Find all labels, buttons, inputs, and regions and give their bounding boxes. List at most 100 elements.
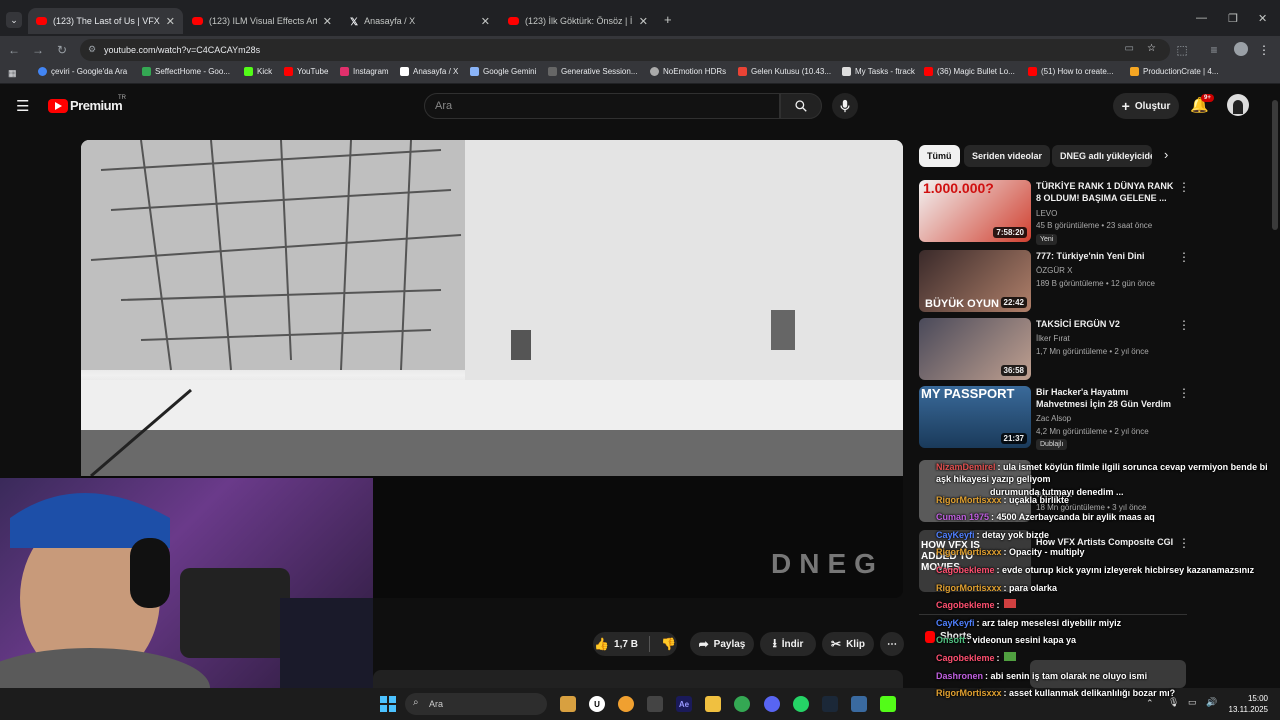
channel-name[interactable]: İlker Fırat [1036, 333, 1176, 344]
page-scrollbar[interactable] [1270, 86, 1280, 688]
file-explorer-icon[interactable] [705, 696, 721, 712]
apps-grid-icon[interactable]: ▦ [8, 68, 17, 79]
whatsapp-icon[interactable] [793, 696, 809, 712]
account-avatar[interactable] [1227, 94, 1249, 116]
app-icon[interactable] [647, 696, 663, 712]
bookmark-item[interactable]: YouTube [284, 67, 328, 76]
bookmark-label: Anasayfa / X [413, 67, 459, 76]
blender-icon[interactable] [618, 696, 634, 712]
channel-name[interactable]: Zac Alsop [1036, 413, 1176, 424]
video-frame[interactable] [81, 140, 903, 476]
bookmark-star-icon[interactable]: ☆ [1147, 43, 1156, 54]
forward-icon[interactable]: → [28, 40, 48, 60]
bookmark-item[interactable]: ProductionCrate | 4... [1130, 67, 1218, 76]
tab-ilm[interactable]: (123) ILM Visual Effects Artist B ✕ [184, 8, 340, 34]
minimize-icon[interactable]: — [1196, 12, 1207, 24]
bookmark-item[interactable]: (36) Magic Bullet Lo... [924, 67, 1015, 76]
video-thumbnail[interactable]: 36:58 [919, 318, 1031, 380]
video-title[interactable]: TAKSİCİ ERGÜN V2 [1036, 318, 1176, 330]
like-button[interactable]: 👍 1,7 B [594, 637, 638, 651]
chat-username: NizamDemirel [936, 462, 996, 472]
bookmark-item[interactable]: Google Gemini [470, 67, 536, 76]
back-icon[interactable]: ← [4, 40, 24, 60]
tab-gokturk[interactable]: (123) İlk Göktürk: Önsöz | İlk Ta ✕ [500, 8, 656, 34]
reload-icon[interactable]: ↻ [52, 40, 72, 60]
search-button[interactable] [780, 93, 822, 119]
unreal-engine-icon[interactable]: U [589, 696, 605, 712]
bookmark-item[interactable]: Gelen Kutusu (10.43... [738, 67, 831, 76]
youtube-premium-logo[interactable]: Premium [70, 98, 123, 113]
video-duration: 22:42 [1000, 297, 1027, 308]
cast-icon[interactable]: ▭ [1125, 43, 1134, 54]
discord-icon[interactable] [764, 696, 780, 712]
app-icon[interactable] [560, 696, 576, 712]
close-tab-icon[interactable]: ✕ [323, 15, 332, 28]
chrome-icon[interactable] [734, 696, 750, 712]
steam-icon[interactable] [822, 696, 838, 712]
video-menu-icon[interactable]: ⋮ [1178, 318, 1190, 332]
video-title[interactable]: TÜRKİYE RANK 1 DÜNYA RANK 8 OLDUM! BAŞIM… [1036, 180, 1176, 204]
video-duration: 21:37 [1000, 433, 1027, 444]
youtube-logo-icon[interactable] [48, 99, 68, 113]
site-info-icon[interactable]: ⚙ [88, 44, 96, 55]
profile-avatar-icon[interactable] [1234, 42, 1248, 56]
bookmark-item[interactable]: Kick [244, 67, 272, 76]
bookmark-item[interactable]: (51) How to create... [1028, 67, 1113, 76]
more-actions-button[interactable]: ⋯ [880, 632, 904, 656]
tab-x[interactable]: 𝕏 Anasayfa / X ✕ [342, 8, 498, 34]
kick-icon[interactable] [880, 696, 896, 712]
windows-start-icon[interactable] [380, 696, 396, 712]
close-tab-icon[interactable]: ✕ [639, 15, 648, 28]
maximize-icon[interactable]: ❐ [1228, 12, 1238, 25]
video-thumbnail[interactable]: 1.000.000? 7:58:20 [919, 180, 1031, 242]
video-thumbnail[interactable]: MY PASSPORT 21:37 [919, 386, 1031, 448]
new-tab-icon[interactable]: + [664, 12, 672, 27]
bookmark-item[interactable]: SeffectHome - Goo... [142, 67, 230, 76]
bookmark-item[interactable]: Generative Session... [548, 67, 637, 76]
close-window-icon[interactable]: ✕ [1258, 12, 1267, 25]
menu-kebab-icon[interactable]: ⋮ [1254, 40, 1274, 60]
video-menu-icon[interactable]: ⋮ [1178, 386, 1190, 400]
bookmark-item[interactable]: My Tasks - ftrack [842, 67, 915, 76]
close-tab-icon[interactable]: ✕ [481, 15, 490, 28]
app-icon[interactable] [851, 696, 867, 712]
clip-button[interactable]: ✂ Klip [822, 632, 874, 656]
voice-search-button[interactable] [832, 93, 858, 119]
video-thumbnail[interactable]: BÜYÜK OYUN 22:42 [919, 250, 1031, 312]
tab-search-icon[interactable]: ⌄ [6, 12, 22, 28]
url-field[interactable]: ⚙ youtube.com/watch?v=C4CACAYm28s ▭ ☆ [80, 39, 1170, 61]
webcam-overlay [0, 478, 373, 688]
chip-uploader[interactable]: DNEG adlı yükleyiciden [1052, 145, 1152, 167]
channel-name[interactable]: LEVO [1036, 208, 1176, 219]
video-title[interactable]: Bir Hacker'a Hayatımı Mahvetmesi İçin 28… [1036, 386, 1176, 410]
search-input[interactable]: Ara [424, 93, 780, 119]
share-icon: ➦ [698, 637, 709, 651]
media-icon[interactable]: ≡ [1204, 40, 1224, 60]
after-effects-icon[interactable]: Ae [676, 696, 692, 712]
share-button[interactable]: ➦ Paylaş [690, 632, 754, 656]
bookmark-item[interactable]: Instagram [340, 67, 389, 76]
thumbnail-text: MY PASSPORT [921, 386, 1015, 401]
chevron-right-icon[interactable]: › [1164, 147, 1168, 162]
description-box[interactable] [373, 670, 903, 688]
download-button[interactable]: ⭳ İndir [760, 632, 816, 656]
bookmark-item[interactable]: Anasayfa / X [400, 67, 458, 76]
chip-all[interactable]: Tümü [919, 145, 960, 167]
youtube-icon [1028, 67, 1037, 76]
thumbs-down-icon[interactable]: 👎 [661, 637, 676, 651]
bookmark-item[interactable]: çeviri - Google'da Ara [38, 67, 127, 76]
close-tab-icon[interactable]: ✕ [166, 15, 175, 28]
video-menu-icon[interactable]: ⋮ [1178, 180, 1190, 194]
taskbar-search[interactable]: ⌕ Ara [405, 693, 547, 715]
video-menu-icon[interactable]: ⋮ [1178, 250, 1190, 264]
channel-name[interactable]: ÖZGÜR X [1036, 265, 1176, 276]
video-duration: 7:58:20 [993, 227, 1027, 238]
bookmark-item[interactable]: NoEmotion HDRs [650, 67, 726, 76]
create-button[interactable]: + Oluştur [1113, 93, 1179, 119]
tray-chevron-up-icon[interactable]: ⌃ [1146, 698, 1154, 709]
extensions-icon[interactable]: ⬚ [1172, 40, 1192, 60]
hamburger-menu-icon[interactable]: ☰ [16, 97, 29, 115]
video-title[interactable]: 777: Türkiye'nin Yeni Dini [1036, 250, 1176, 262]
tab-last-of-us[interactable]: (123) The Last of Us | VFX Breakd ✕ [28, 8, 183, 34]
chip-series[interactable]: Seriden videolar [964, 145, 1051, 167]
